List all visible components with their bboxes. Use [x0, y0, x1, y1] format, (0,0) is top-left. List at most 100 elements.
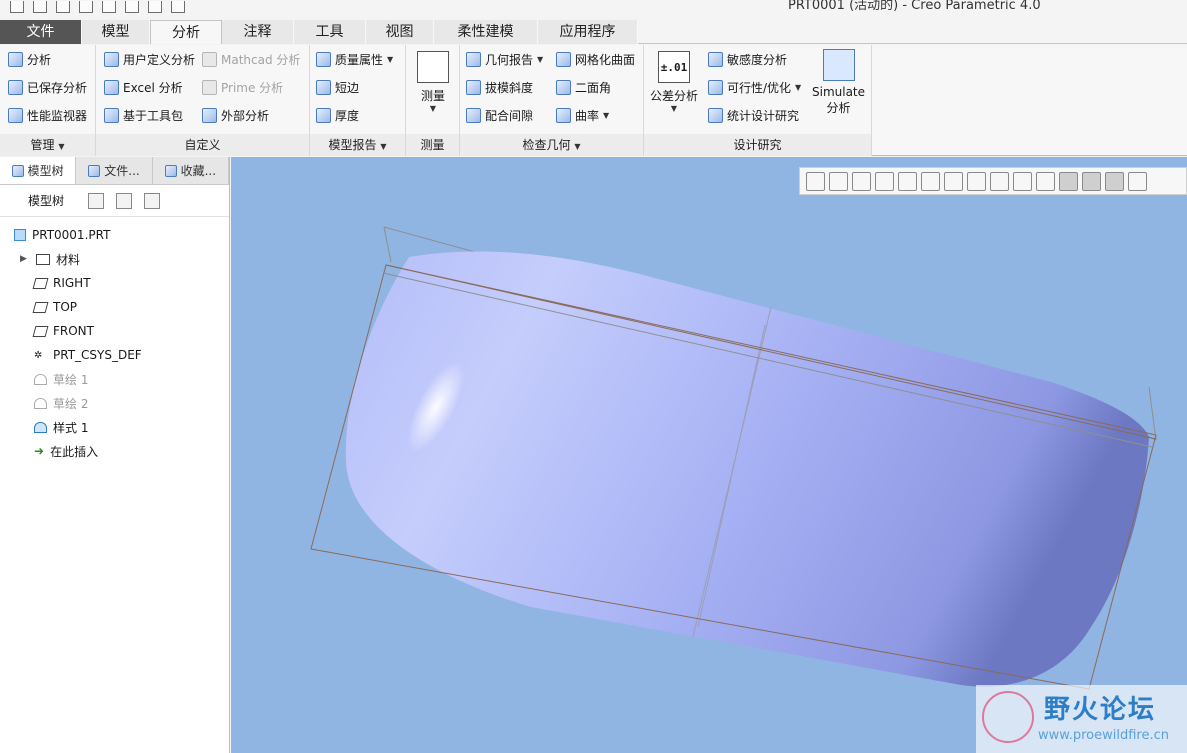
view-toolbar	[799, 167, 1187, 195]
regenerate-icon[interactable]	[125, 1, 139, 13]
open-icon[interactable]	[33, 1, 47, 13]
geometry-report-button[interactable]: 几何报告 ▼	[466, 49, 543, 69]
thickness-icon	[316, 107, 331, 123]
repaint-icon[interactable]	[875, 171, 894, 191]
saved-orientations-icon[interactable]	[921, 171, 940, 191]
tree-node-insert-here[interactable]: ➜ 在此插入	[0, 439, 229, 463]
save-icon[interactable]	[56, 1, 70, 13]
datum-plane-icon	[32, 301, 49, 313]
datum-plane-icon	[32, 325, 49, 337]
tab-folder-browser[interactable]: 文件...	[76, 157, 153, 184]
performance-monitor-icon	[8, 107, 23, 123]
user-defined-analysis-button[interactable]: 用户定义分析	[104, 49, 195, 69]
undo-icon[interactable]	[79, 1, 93, 13]
statistical-design-study-button[interactable]: 统计设计研究	[708, 105, 799, 125]
simulate-analysis-button[interactable]: Simulate 分析	[812, 49, 865, 116]
clearance-button[interactable]: 配合间隙	[466, 105, 533, 125]
refit-icon[interactable]	[806, 171, 825, 191]
tree-node-style-1[interactable]: 样式 1	[0, 415, 229, 439]
close-window-icon[interactable]	[171, 1, 185, 13]
toolkit-based-button[interactable]: 基于工具包	[104, 105, 183, 125]
mesh-surface-button[interactable]: 网格化曲面	[556, 49, 635, 69]
chevron-down-icon[interactable]: ▼	[671, 104, 677, 113]
annotation-display-icon[interactable]	[1013, 171, 1032, 191]
tree-node-front[interactable]: FRONT	[0, 319, 229, 343]
group-model-report-label[interactable]: 模型报告 ▼	[310, 134, 405, 156]
prime-icon	[202, 79, 217, 95]
sketch-icon	[34, 397, 47, 409]
mesh-surface-icon	[556, 51, 571, 67]
tab-annotate[interactable]: 注释	[222, 20, 294, 44]
windows-icon[interactable]	[148, 1, 162, 13]
tree-node-material[interactable]: ▶ 材料	[0, 247, 229, 271]
saved-analysis-icon	[8, 79, 23, 95]
saved-analysis-button[interactable]: 已保存分析	[8, 77, 87, 97]
tab-flexible-modeling[interactable]: 柔性建模	[434, 20, 538, 44]
point-display-icon[interactable]	[1105, 171, 1124, 191]
feasibility-optimization-button[interactable]: 可行性/优化 ▼	[708, 77, 801, 97]
tree-node-sketch-2[interactable]: 草绘 2	[0, 391, 229, 415]
material-icon	[36, 253, 50, 265]
expand-arrow-icon[interactable]: ▶	[20, 254, 30, 264]
tab-tools[interactable]: 工具	[294, 20, 366, 44]
perspective-icon[interactable]	[967, 171, 986, 191]
tolerance-icon: ±.01	[658, 51, 690, 83]
tree-node-sketch-1[interactable]: 草绘 1	[0, 367, 229, 391]
draft-button[interactable]: 拔模斜度	[466, 77, 533, 97]
curvature-button[interactable]: 曲率 ▼	[556, 105, 609, 125]
panel-tabs: 模型树 文件... 收藏...	[0, 157, 229, 185]
show-icon[interactable]	[116, 192, 133, 209]
thickness-button[interactable]: 厚度	[316, 105, 359, 125]
group-manage-label[interactable]: 管理 ▼	[0, 134, 95, 156]
chevron-down-icon[interactable]: ▼	[430, 104, 436, 113]
view-manager-icon[interactable]	[944, 171, 963, 191]
sensitivity-analysis-button[interactable]: 敏感度分析	[708, 49, 787, 69]
quick-access-toolbar	[10, 0, 185, 14]
sketch-icon	[34, 373, 47, 385]
zoom-out-icon[interactable]	[852, 171, 871, 191]
analysis-button[interactable]: 分析	[8, 49, 51, 69]
tree-node-top[interactable]: TOP	[0, 295, 229, 319]
external-analysis-button[interactable]: 外部分析	[202, 105, 269, 125]
axis-display-icon[interactable]	[1082, 171, 1101, 191]
tree-node-right[interactable]: RIGHT	[0, 271, 229, 295]
measure-button[interactable]: 测量 ▼	[417, 51, 449, 113]
redo-icon[interactable]	[102, 1, 116, 13]
chevron-down-icon[interactable]: ▼	[387, 55, 393, 64]
favorites-icon	[164, 164, 177, 177]
settings-icon[interactable]	[88, 192, 105, 209]
analysis-icon	[8, 51, 23, 67]
short-edge-icon	[316, 79, 331, 95]
group-inspect-label[interactable]: 检查几何 ▼	[460, 134, 643, 156]
chevron-down-icon[interactable]: ▼	[795, 83, 801, 92]
display-style-icon[interactable]	[898, 171, 917, 191]
graphics-viewport[interactable]: 野火论坛 www.proewildfire.cn	[231, 157, 1187, 753]
tab-file[interactable]: 文件	[0, 20, 82, 44]
dihedral-angle-button[interactable]: 二面角	[556, 77, 611, 97]
csys-tag-icon[interactable]	[1128, 171, 1147, 191]
tab-view[interactable]: 视图	[366, 20, 434, 44]
tab-favorites[interactable]: 收藏...	[153, 157, 229, 184]
tab-applications[interactable]: 应用程序	[538, 20, 638, 44]
chevron-down-icon[interactable]: ▼	[603, 111, 609, 120]
mass-properties-icon	[316, 51, 331, 67]
plane-display-icon[interactable]	[1059, 171, 1078, 191]
performance-monitor-button[interactable]: 性能监视器	[8, 105, 87, 125]
chevron-down-icon[interactable]: ▼	[537, 55, 543, 64]
section-icon[interactable]	[990, 171, 1009, 191]
part-surface[interactable]	[345, 251, 1150, 687]
csys-display-icon[interactable]	[1036, 171, 1055, 191]
mass-properties-button[interactable]: 质量属性 ▼	[316, 49, 393, 69]
tab-analysis[interactable]: 分析	[150, 20, 222, 44]
tab-model-tree[interactable]: 模型树	[0, 157, 77, 184]
tree-node-csys[interactable]: ✲ PRT_CSYS_DEF	[0, 343, 229, 367]
new-icon[interactable]	[10, 1, 24, 13]
model-tree-header: 模型树	[28, 194, 65, 208]
short-edge-button[interactable]: 短边	[316, 77, 359, 97]
tree-node-root[interactable]: PRT0001.PRT	[0, 223, 229, 247]
tab-model[interactable]: 模型	[82, 20, 150, 44]
excel-analysis-button[interactable]: Excel 分析	[104, 77, 183, 97]
tolerance-analysis-button[interactable]: ±.01 公差分析 ▼	[650, 51, 698, 113]
filter-icon[interactable]	[144, 192, 161, 209]
zoom-in-icon[interactable]	[829, 171, 848, 191]
